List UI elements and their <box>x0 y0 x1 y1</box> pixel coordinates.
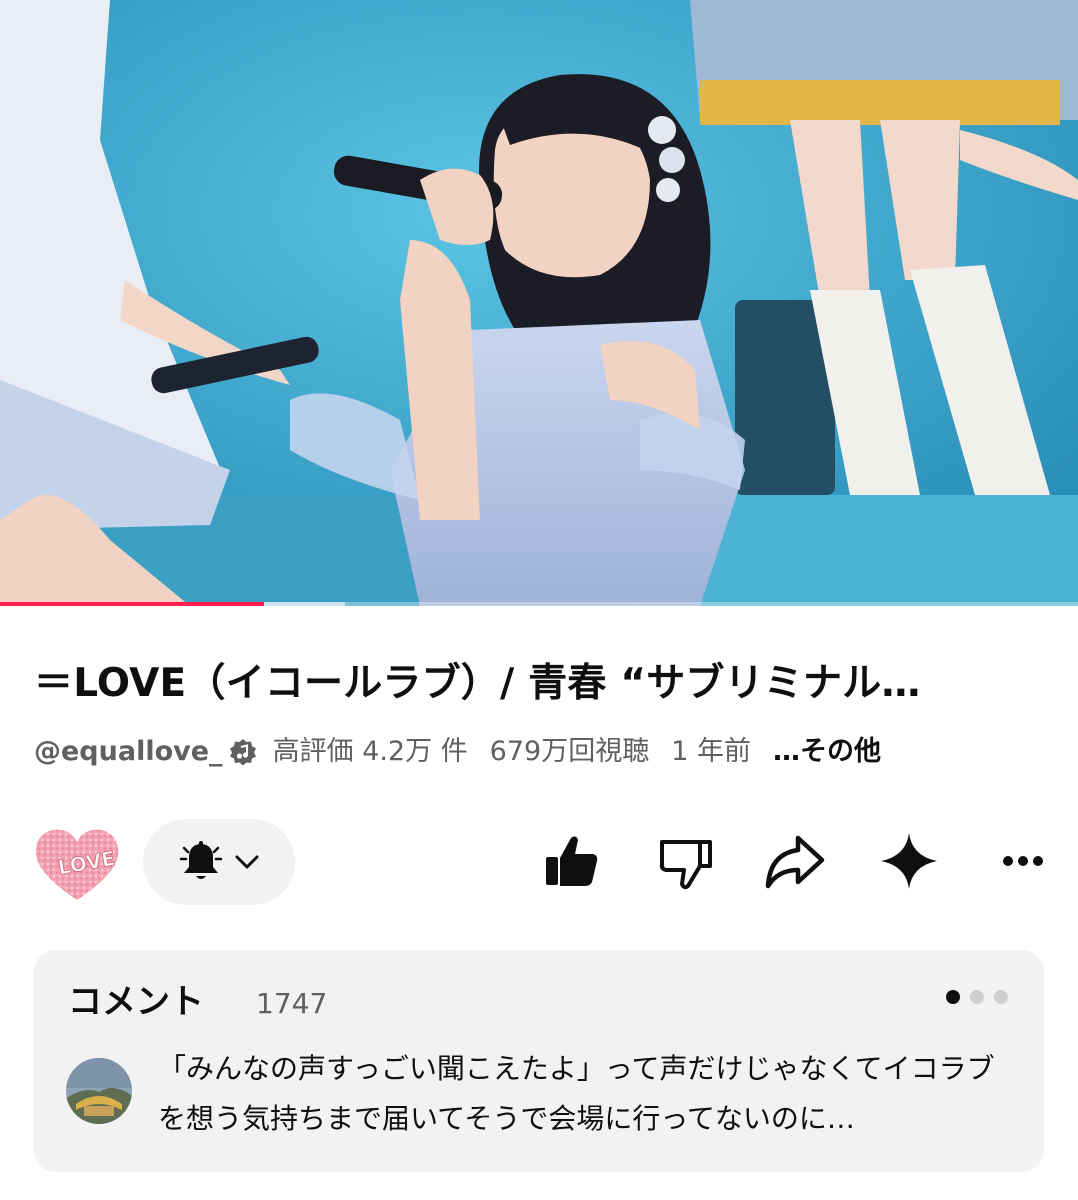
pager-dot <box>970 990 984 1004</box>
pager-dot <box>946 990 960 1004</box>
more-actions-button[interactable] <box>990 828 1056 894</box>
ask-ai-button[interactable] <box>876 828 942 894</box>
sparkle-icon <box>881 833 937 889</box>
upload-age: 1 年前 <box>671 736 751 767</box>
heart-love-icon: LOVE <box>35 829 119 900</box>
pager-dot <box>994 990 1008 1004</box>
comments-card[interactable]: コメント 1747 「みんなの声すっごい聞こえたよ」って声だけじゃなくてイコラブ… <box>34 950 1044 1172</box>
video-title[interactable]: ＝LOVE（イコールラブ）/ 青春 “サブリミナル… <box>34 652 1044 716</box>
channel-avatar[interactable]: LOVE <box>34 826 120 902</box>
video-player[interactable] <box>0 0 1078 606</box>
progress-bar[interactable] <box>0 602 1078 606</box>
like-icon <box>546 836 598 886</box>
commenter-avatar[interactable] <box>66 1058 132 1124</box>
view-count: 679万回視聴 <box>489 736 650 767</box>
video-frame <box>0 0 1078 606</box>
video-meta[interactable]: @equallove_ 高評価 4.2万 件 679万回視聴 1 年前 …その他 <box>34 732 1054 772</box>
dislike-icon <box>659 840 712 890</box>
like-button[interactable] <box>538 828 604 894</box>
verified-music-icon <box>229 738 257 766</box>
dislike-button[interactable] <box>652 828 718 894</box>
channel-handle[interactable]: @equallove_ <box>34 732 223 772</box>
chevron-down-icon <box>235 855 259 869</box>
comment-pager <box>946 990 1008 1004</box>
top-comment-text: 「みんなの声すっごい聞こえたよ」って声だけじゃなくてイコラブを想う気持ちまで届い… <box>158 1052 995 1135</box>
more-description-link[interactable]: …その他 <box>773 732 881 772</box>
more-icon <box>1003 856 1043 866</box>
bell-icon <box>179 841 223 879</box>
share-button[interactable] <box>762 828 828 894</box>
notification-button[interactable] <box>143 819 295 905</box>
likes-count: 高評価 4.2万 件 <box>272 736 468 767</box>
share-icon <box>765 835 825 889</box>
comments-heading: コメント <box>68 982 204 1022</box>
progress-fill <box>0 602 265 606</box>
comments-count: 1747 <box>256 987 328 1020</box>
